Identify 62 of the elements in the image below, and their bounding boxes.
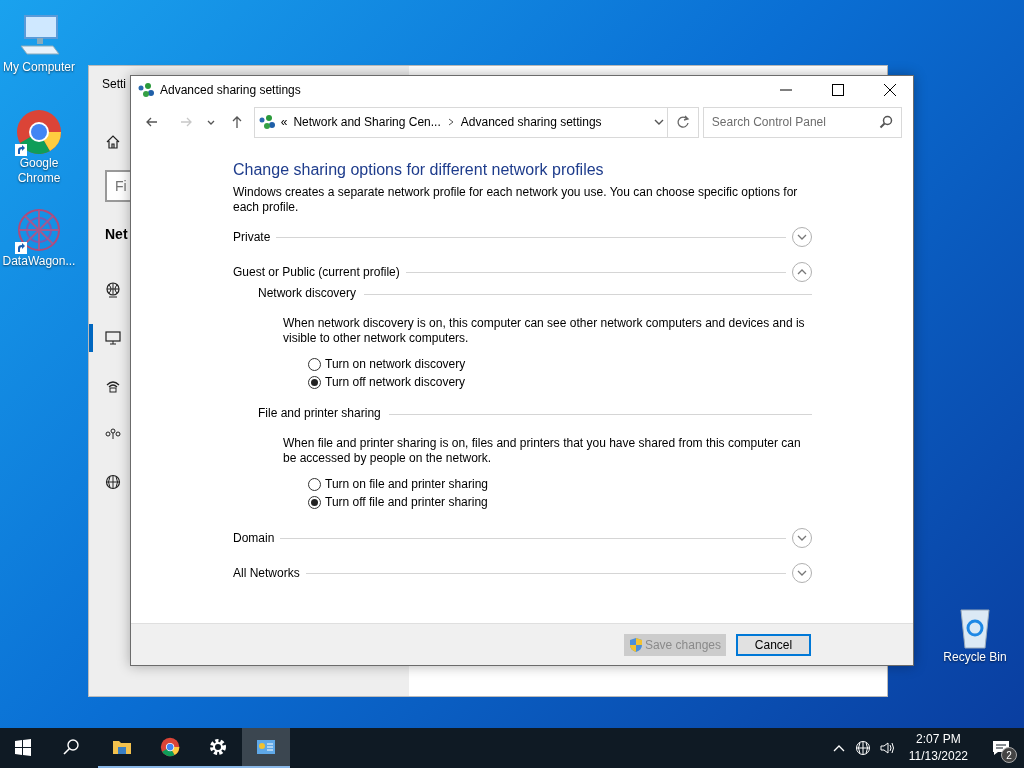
- section-label: Guest or Public (current profile): [233, 263, 400, 281]
- clock[interactable]: 2:07 PM 11/13/2022: [898, 731, 978, 765]
- minimize-icon: [780, 89, 792, 91]
- close-icon: [884, 84, 896, 96]
- chevron-down-icon: [797, 533, 807, 542]
- breadcrumb-item[interactable]: Advanced sharing settings: [460, 113, 602, 131]
- home-icon: [105, 134, 121, 150]
- refresh-icon: [675, 115, 690, 129]
- section-label: Domain: [233, 529, 275, 547]
- window-title: Setti: [102, 76, 126, 93]
- settings-icon: [208, 737, 228, 757]
- radio-button[interactable]: [308, 495, 321, 509]
- date-text: 11/13/2022: [908, 748, 968, 765]
- windows-logo-icon: [14, 738, 34, 758]
- description-text: Windows creates a separate network profile for each network you use. You can choose specific options for each profile.: [233, 185, 799, 216]
- search-field[interactable]: Fi: [105, 170, 131, 202]
- option-label[interactable]: Turn on network discovery: [325, 355, 466, 374]
- speaker-icon: [878, 740, 895, 756]
- description-text: When network discovery is on, this computer can see other network computers and devices and is visible to other network computers.: [283, 316, 806, 347]
- notification-count: 2: [1001, 747, 1017, 763]
- search-icon: [879, 115, 894, 129]
- time-text: 2:07 PM: [916, 731, 961, 748]
- group-title: File and printer sharing: [258, 405, 381, 423]
- shield-icon: [628, 636, 643, 653]
- control-panel-icon: [256, 737, 276, 757]
- chevron-right-icon: [446, 117, 455, 127]
- chevron-down-icon: [797, 568, 807, 577]
- search-field[interactable]: Search Control Panel: [702, 106, 903, 138]
- radio-button[interactable]: [308, 357, 321, 371]
- dial-up-icon: [105, 378, 121, 394]
- radio-button[interactable]: [308, 477, 321, 491]
- chevron-down-icon: [797, 232, 807, 241]
- globe-icon: [105, 474, 121, 490]
- description-text: When file and printer sharing is on, files and printers that you have shared from this computer can be accessed by people on the network.: [283, 436, 802, 467]
- control-panel-button[interactable]: [242, 728, 290, 768]
- monitor-icon: [105, 330, 121, 346]
- globe-icon: [854, 740, 871, 756]
- globe-icon: [105, 282, 121, 298]
- group-title: Network discovery: [258, 285, 357, 303]
- notifications-button[interactable]: 2: [978, 728, 1024, 768]
- option-label[interactable]: Turn off network discovery: [325, 373, 466, 392]
- chrome-icon: [160, 737, 180, 757]
- breadcrumb-item[interactable]: Network and Sharing Cen...: [293, 113, 441, 131]
- maximize-icon: [832, 84, 844, 96]
- option-label[interactable]: Turn on file and printer sharing: [325, 475, 488, 494]
- icon-label[interactable]: Recycle Bin: [943, 650, 1007, 665]
- breadcrumb-overflow[interactable]: «: [280, 113, 288, 131]
- section-label: Private: [233, 228, 271, 246]
- network-icon: [138, 82, 154, 98]
- cancel-button[interactable]: Cancel: [736, 633, 811, 656]
- chrome-icon: [15, 108, 63, 156]
- section-label: All Networks: [233, 564, 300, 582]
- page-heading: Change sharing options for different network profiles: [233, 160, 605, 180]
- network-icon: [258, 114, 275, 130]
- window-title: Advanced sharing settings: [160, 82, 301, 99]
- snowflake-icon: [15, 206, 63, 254]
- radio-button[interactable]: [308, 375, 321, 389]
- vpn-icon: [105, 426, 121, 442]
- option-label[interactable]: Turn off file and printer sharing: [325, 493, 488, 512]
- chevron-up-icon: [797, 267, 807, 276]
- search-placeholder: Search Control Panel: [711, 114, 826, 131]
- page-heading: Net: [105, 225, 128, 244]
